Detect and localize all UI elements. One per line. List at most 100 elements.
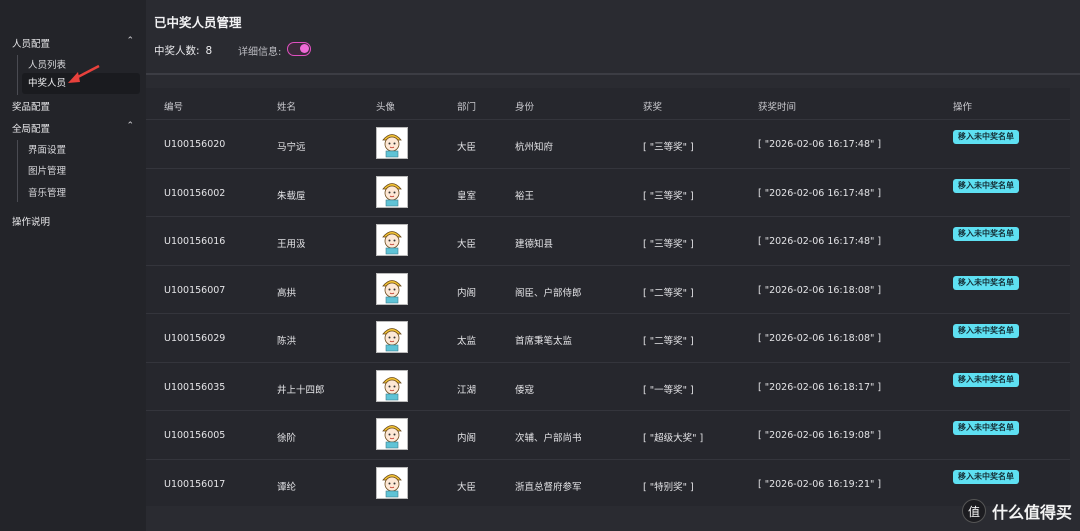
table-row: U100156005 徐阶 内阁 次辅、户部尚书 [ "超级大奖" ] [ "2026-0… (146, 410, 1070, 459)
winner-count-label: 中奖人数: (154, 45, 200, 57)
cell-role: 阁臣、户部侍郎 (515, 287, 582, 299)
cell-dept: 皇室 (457, 190, 477, 202)
page-title: 已中奖人员管理 (154, 15, 242, 30)
winner-count-value: 8 (205, 44, 213, 57)
menu-help[interactable]: 操作说明 (12, 214, 50, 228)
avatar[interactable] (376, 369, 408, 402)
watermark-text: 什么值得买 (991, 503, 1072, 522)
menu-group-global-label: 全局配置 (12, 124, 51, 135)
move-to-non-winners-button[interactable]: 移入未中奖名单 (953, 178, 1019, 193)
column-header-action: 操作 (953, 102, 973, 113)
column-header-role: 身份 (515, 102, 535, 113)
table-row: U100156016 王用汲 大臣 建德知县 [ "三等奖" ] [ "2026-02-0… (146, 216, 1070, 265)
chevron-up-icon: ⌃ (126, 36, 134, 46)
cell-role: 建德知县 (515, 239, 554, 250)
cell-name: 徐阶 (277, 433, 297, 444)
cell-time: [ "2026-02-06 16:18:08" ] (758, 284, 882, 296)
cell-dept: 内阁 (457, 287, 477, 299)
cell-role: 浙直总督府参军 (515, 481, 582, 493)
main-panel: 已中奖人员管理 中奖人数: 8 详细信息: 编号 姓名 头像 部门 身份 获奖 … (146, 0, 1080, 531)
cell-name: 马宁远 (277, 142, 306, 153)
table-row: U100156007 高拱 内阁 阁臣、户部侍郎 [ "二等奖" ] [ "2026-02… (146, 264, 1070, 314)
menu-group-people-label: 人员配置 (12, 39, 51, 50)
cell-role: 杭州知府 (515, 142, 554, 153)
avatar[interactable] (376, 127, 408, 159)
table-row: U100156020 马宁远 大臣 杭州知府 [ "三等奖" ] [ "2026-02-0… (146, 119, 1070, 168)
cell-prize: [ "二等奖" ] (643, 287, 694, 299)
cell-prize: [ "超级大奖" ] (643, 433, 704, 444)
cell-time: [ "2026-02-06 16:18:08" ] (758, 333, 882, 344)
detail-info-label: 详细信息: (238, 47, 282, 58)
sidebar-item-image-manage[interactable]: 图片管理 (28, 163, 66, 177)
menu-group-people[interactable]: 人员配置 ⌃ (12, 36, 134, 50)
winners-table: 编号 姓名 头像 部门 身份 获奖 获奖时间 操作 U100156020 马宁远大… (146, 88, 1070, 506)
column-header-dept: 部门 (457, 102, 477, 113)
avatar[interactable] (376, 224, 408, 256)
avatar[interactable] (376, 272, 408, 305)
cell-time: [ "2026-02-06 16:19:21" ] (758, 478, 882, 490)
column-header-time: 获奖时间 (758, 102, 797, 113)
avatar[interactable] (376, 321, 408, 353)
cell-id: U100156007 (164, 284, 226, 296)
table-row: U100156035 井上十四郎 江湖 倭寇 [ "一等奖" ] [ "2026-02-0… (146, 361, 1070, 411)
winner-count: 中奖人数: 8 (154, 43, 212, 58)
cell-name: 谭纶 (277, 481, 297, 493)
chevron-up-icon: ⌃ (126, 121, 134, 131)
cell-time: [ "2026-02-06 16:17:48" ] (758, 139, 882, 150)
cell-id: U100156029 (164, 333, 226, 344)
column-header-avatar: 头像 (376, 102, 396, 113)
move-to-non-winners-button[interactable]: 移入未中奖名单 (953, 275, 1019, 290)
move-to-non-winners-button[interactable]: 移入未中奖名单 (953, 130, 1019, 144)
column-header-id: 编号 (164, 102, 184, 113)
sidebar-item-music-manage[interactable]: 音乐管理 (28, 185, 66, 199)
cell-prize: [ "一等奖" ] (643, 384, 694, 396)
table-header: 编号 姓名 头像 部门 身份 获奖 获奖时间 操作 (146, 88, 1070, 119)
sidebar-item-people-list[interactable]: 人员列表 (28, 57, 66, 71)
cell-role: 裕王 (515, 190, 535, 202)
toggle-knob (300, 44, 309, 53)
cell-role: 倭寇 (515, 384, 535, 396)
detail-info-toggle[interactable] (287, 42, 311, 56)
cell-name: 朱载垕 (277, 190, 306, 202)
avatar[interactable] (376, 466, 408, 499)
cell-dept: 大臣 (457, 239, 477, 250)
cell-name: 王用汲 (277, 239, 306, 250)
move-to-non-winners-button[interactable]: 移入未中奖名单 (953, 227, 1019, 241)
cell-id: U100156035 (164, 381, 226, 393)
cell-prize: [ "特别奖" ] (643, 481, 694, 493)
cell-name: 井上十四郎 (277, 384, 325, 396)
watermark-logo-icon: 值 (961, 499, 986, 523)
submenu-line (17, 55, 18, 95)
move-to-non-winners-button[interactable]: 移入未中奖名单 (953, 421, 1019, 435)
cell-prize: [ "三等奖" ] (643, 142, 694, 153)
move-to-non-winners-button[interactable]: 移入未中奖名单 (953, 372, 1019, 387)
avatar[interactable] (376, 175, 408, 208)
move-to-non-winners-button[interactable]: 移入未中奖名单 (953, 324, 1019, 338)
cell-dept: 大臣 (457, 481, 477, 493)
cell-role: 首席秉笔太监 (515, 336, 573, 347)
menu-group-global[interactable]: 全局配置 ⌃ (12, 121, 134, 135)
cell-name: 陈洪 (277, 336, 297, 347)
cell-id: U100156005 (164, 430, 226, 441)
menu-prize-config[interactable]: 奖品配置 (12, 99, 50, 113)
table-row: U100156029 陈洪 太监 首席秉笔太监 [ "二等奖" ] [ "2026-02-… (146, 313, 1070, 362)
submenu-line (17, 140, 18, 202)
cell-dept: 江湖 (457, 384, 477, 396)
cell-dept: 内阁 (457, 433, 477, 444)
sidebar-item-ui-settings[interactable]: 界面设置 (28, 142, 66, 156)
cell-id: U100156016 (164, 236, 226, 247)
cell-prize: [ "三等奖" ] (643, 190, 694, 202)
cell-time: [ "2026-02-06 16:18:17" ] (758, 381, 882, 393)
move-to-non-winners-button[interactable]: 移入未中奖名单 (953, 469, 1019, 484)
avatar[interactable] (376, 418, 408, 450)
cell-dept: 大臣 (457, 142, 477, 153)
table-row: U100156017 谭纶 大臣 浙直总督府参军 [ "特别奖" ] [ "2026-02… (146, 458, 1070, 508)
cell-name: 高拱 (277, 287, 297, 299)
cell-time: [ "2026-02-06 16:19:08" ] (758, 430, 882, 441)
cell-time: [ "2026-02-06 16:17:48" ] (758, 236, 882, 247)
divider (146, 73, 1080, 75)
cell-time: [ "2026-02-06 16:17:48" ] (758, 187, 882, 199)
cell-prize: [ "二等奖" ] (643, 336, 694, 347)
cell-id: U100156020 (164, 139, 226, 150)
cell-id: U100156017 (164, 478, 226, 490)
